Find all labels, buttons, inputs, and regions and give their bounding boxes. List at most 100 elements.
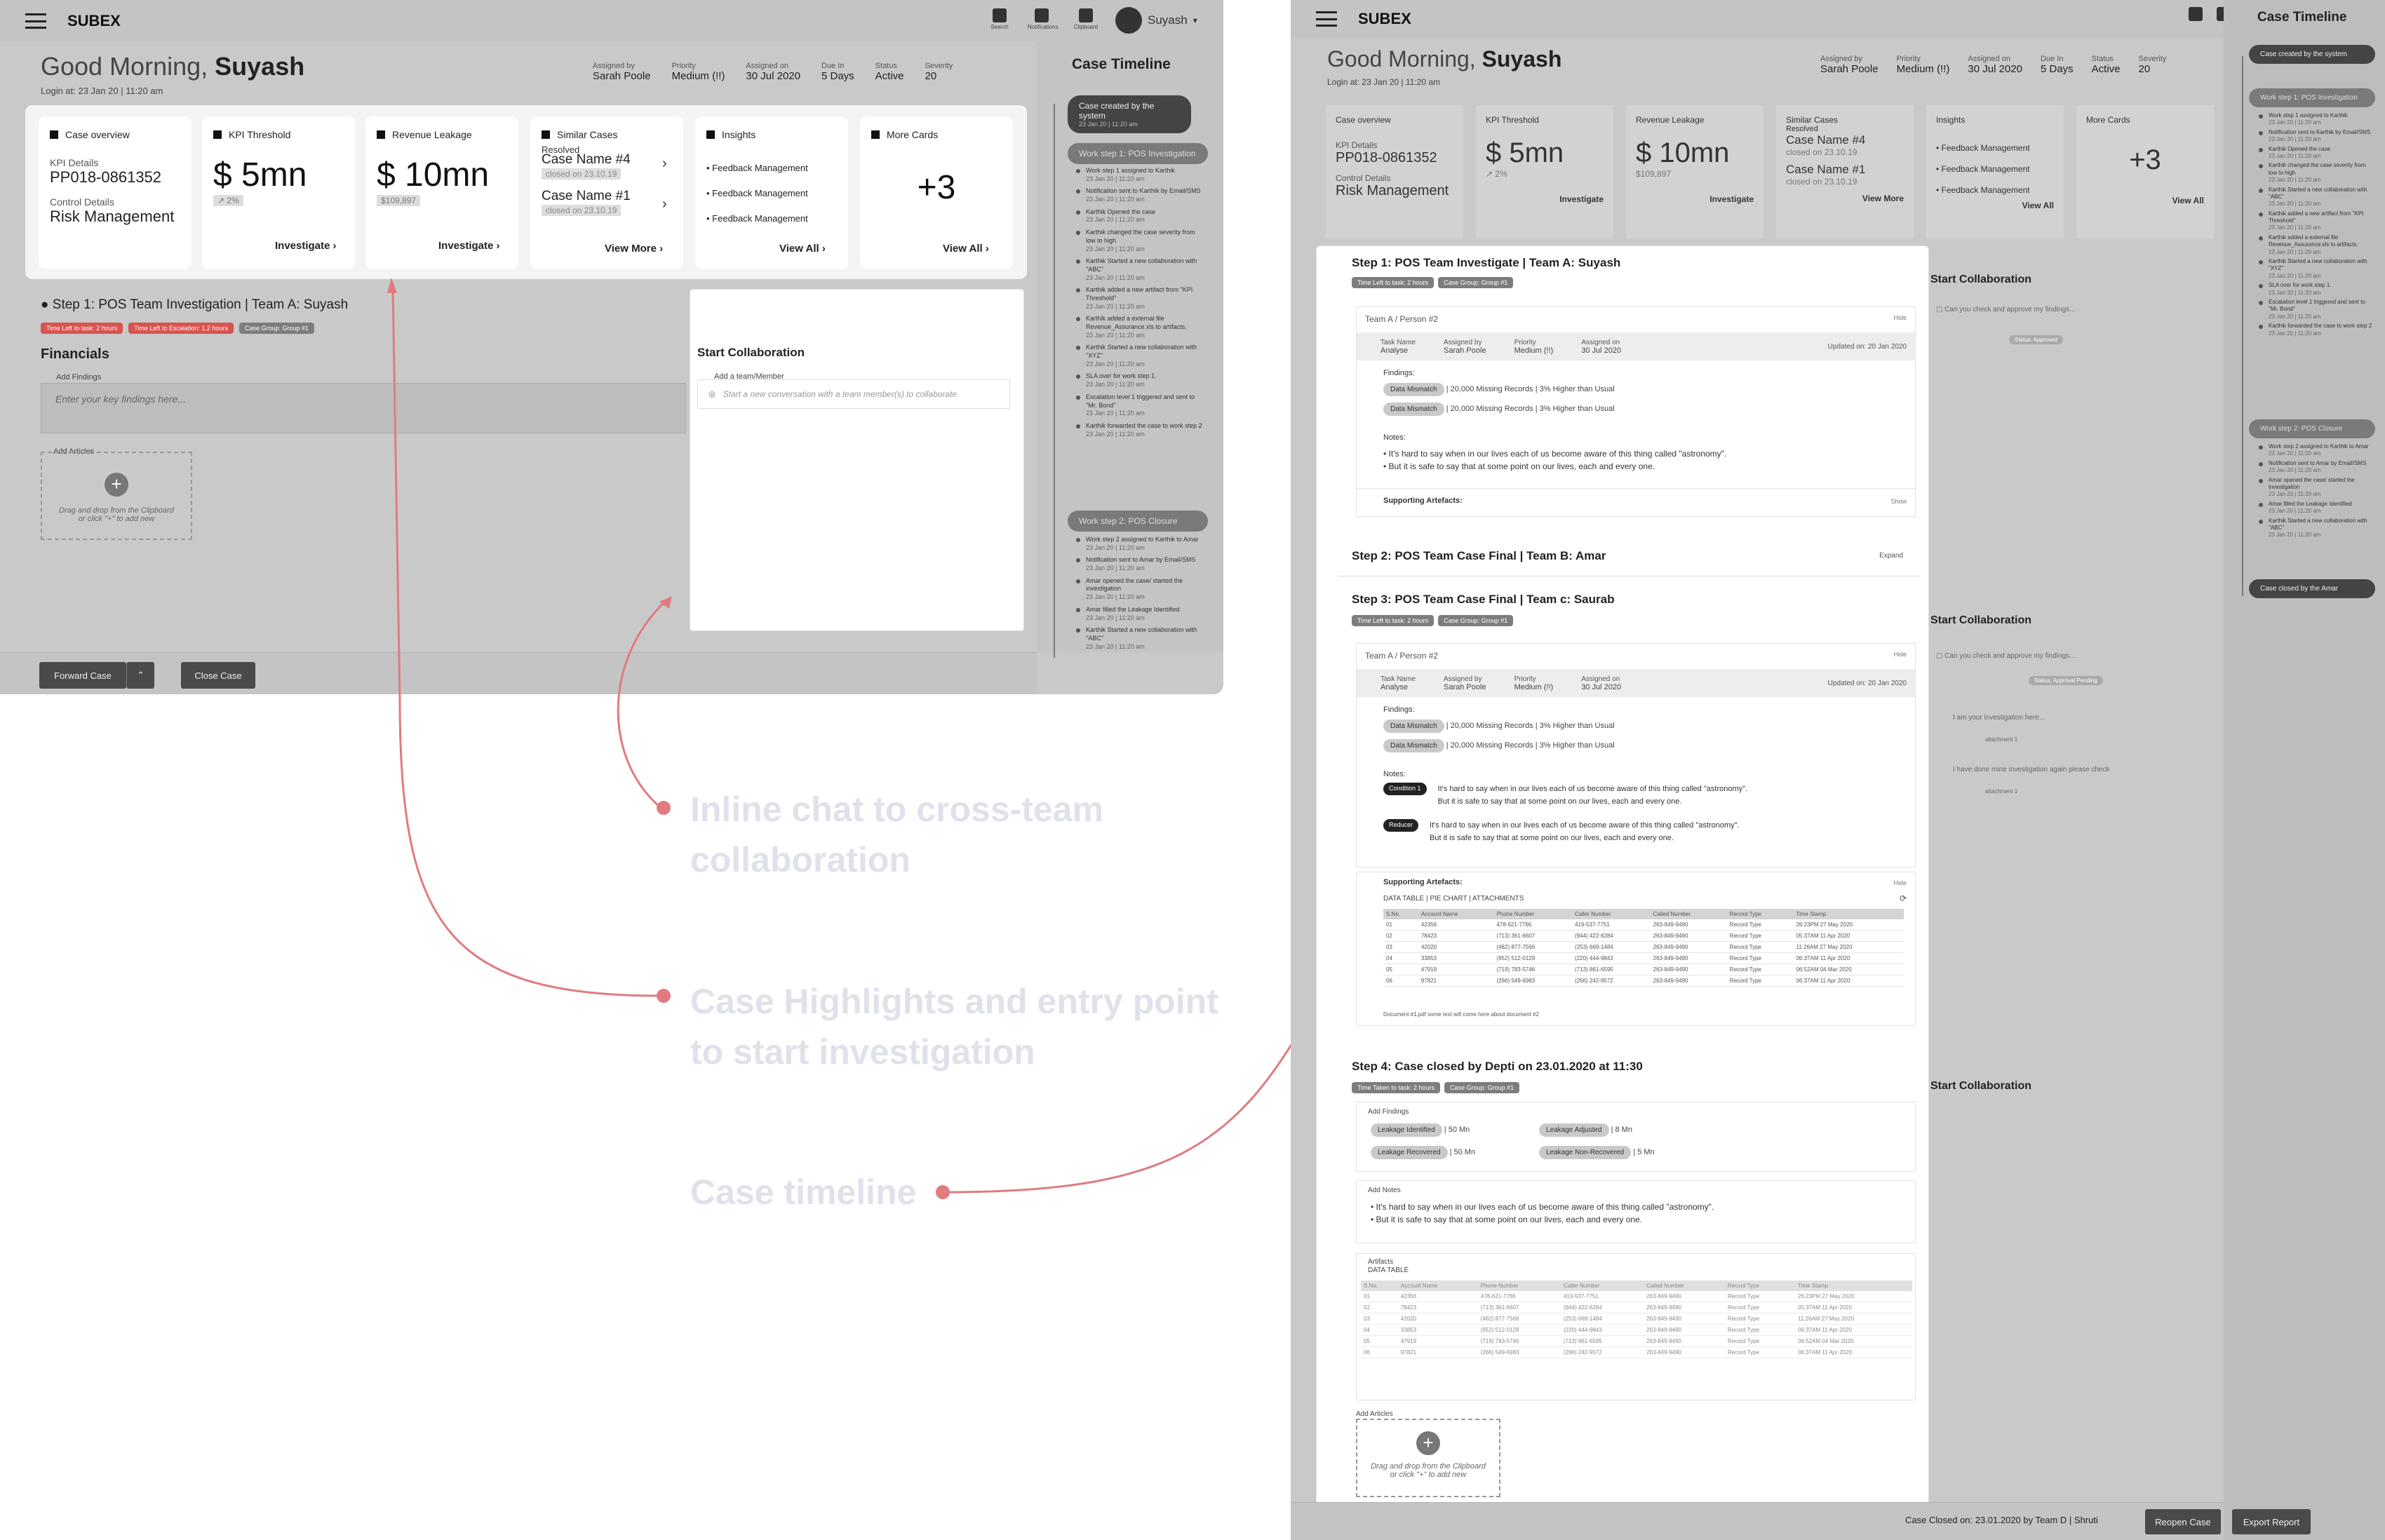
annotation-dot [657,801,671,815]
table-row[interactable]: 03 42020 (482) 877-7566 (253) 669-1484 263-8… [1361,1313,1912,1325]
annotation-dot [657,989,671,1003]
add-article-icon[interactable]: + [1416,1431,1440,1455]
timeline-event: Amar opened the case/ started the invest… [2259,477,2374,499]
chat-message: ▢ Can you check and approve my findings.… [1936,306,2076,313]
arrow-head [387,278,397,293]
annotation-case-highlights: Case Highlights and entry point to start… [690,982,1218,1072]
table-row[interactable]: 06 97821 (266) 549-6983 (266) 242-9572 263-8… [1361,1346,1912,1358]
chat-connector [617,599,668,808]
table-row[interactable]: 02 78423 (713) 361-6607 (944) 422-6284 263-8… [1383,930,1904,942]
timeline-event: Escalation level 1 triggered and sent to… [2259,299,2374,320]
timeline-event: Notification sent to Karthik by Email/SM… [2259,129,2374,144]
chat-message: I am your investigation here... [1953,714,2045,722]
kpi-threshold-card[interactable]: KPI Threshold $ 5mn ↗ 2% Investigate [1476,105,1613,238]
table-row[interactable]: 05 47919 (719) 783-5746 (713) 861-6595 263-8… [1383,964,1904,975]
timeline-event: Amar filled the Leakage Identified 23 Jan… [2259,501,2374,515]
expand-toggle[interactable]: Expand [1879,552,1903,560]
column-header[interactable]: S.No. [1361,1281,1398,1291]
right-case-timeline: Case Timeline Case created by the system… [2224,0,2385,1540]
column-header[interactable]: Called Number [1650,909,1727,919]
export-report-button[interactable]: Export Report [2232,1509,2311,1534]
brand-logo: SUBEX [1358,10,1411,27]
column-header[interactable]: Account Name [1418,909,1494,919]
attachment-link[interactable]: attachment 1 [1985,736,2017,743]
articles-dropzone[interactable]: + Drag and drop from the Clipboard or cl… [1356,1419,1500,1497]
column-header[interactable]: S.No. [1383,909,1418,919]
show-toggle[interactable]: Show [1890,498,1907,505]
table-row[interactable]: 03 42020 (482) 877-7566 (253) 669-1484 263-8… [1383,941,1904,953]
timeline-event: Karthik forwarded the case to work step … [2259,323,2374,337]
reopen-case-button[interactable]: Reopen Case [2145,1509,2221,1534]
column-header[interactable]: Phone Number [1493,909,1573,919]
timeline-created[interactable]: Case created by the system [2249,45,2375,64]
similar-cases-card[interactable]: Similar Cases Resolved Case Name #4 clos… [1776,105,1914,238]
status-badge: Status: Approved [2009,335,2063,344]
supporting-artefacts: Supporting Artefacts: Hide DATA TABLE | … [1356,872,1916,1026]
artefact-tabs[interactable]: DATA TABLE | PIE CHART | ATTACHMENTS [1383,895,1524,903]
search-icon[interactable] [2182,7,2210,22]
table-row[interactable]: 02 78423 (713) 361-6607 (944) 422-6284 263-8… [1361,1302,1912,1313]
artifact-table: S.No. Account Name Phone Number Caller Numb… [1361,1281,1912,1358]
finding-row: Data Mismatch | 20,000 Missing Records |… [1383,720,1615,733]
column-header[interactable]: Record Type [1724,1281,1796,1291]
table-row[interactable]: 05 47919 (719) 783-5746 (713) 861-6595 263-8… [1361,1335,1912,1347]
menu-icon[interactable] [1316,11,1337,27]
greeting: Good Morning, Suyash [1327,46,1562,72]
step2-title[interactable]: Step 2: POS Team Case Final | Team B: Am… [1352,549,1606,563]
timeline-event: Karthik Started a new collaboration with… [2259,518,2374,539]
step1-task-card: Team A / Person #2 Hide Task Name Analyse… [1356,306,1916,517]
timeline-event: SLA over for work step 1. 23 Jan 20 | 11:… [2259,282,2374,297]
column-header[interactable]: Time Stamp [1793,909,1904,919]
timeline-event: Karthik added a external file Revenue_As… [2259,234,2374,256]
attachment-link[interactable]: attachment 1 [1985,788,2017,795]
hide-toggle[interactable]: Hide [1893,651,1907,658]
timeline-event: Work step 2 assigned to Karthik to Amar 2… [2259,443,2374,458]
column-header[interactable]: Account Name [1397,1281,1478,1291]
revenue-leakage-card[interactable]: Revenue Leakage $ 10mn $109,897 Investig… [1626,105,1763,238]
table-row[interactable]: 06 97821 (266) 549-6983 (266) 242-9572 263-8… [1383,975,1904,987]
timeline-step1[interactable]: Work step 1: POS Investigation [2249,88,2375,107]
table-row[interactable]: 04 33853 (952) 512-0129 (220) 444-9843 263-8… [1361,1324,1912,1336]
step4-title[interactable]: Step 4: Case closed by Depti on 23.01.20… [1352,1060,1643,1074]
arrow-head [659,596,672,609]
more-cards-card[interactable]: More Cards +3 View All [2076,105,2214,238]
step4-artifacts: Artifacts DATA TABLE S.No. Account Name Ph… [1356,1253,1916,1400]
right-card-row: Case overview KPI Details PP018-0861352 … [1326,105,2238,238]
table-row[interactable]: 01 42356 478-621-7766 419-537-7751 263-849-9… [1361,1291,1912,1302]
finding-row: Data Mismatch | 20,000 Missing Records |… [1383,403,1615,416]
right-top-bar: SUBEX [1291,0,2231,38]
chat-message: I have done mine investigation again ple… [1953,766,2110,774]
step4-findings: Add Findings Leakage Identified | 50 Mn … [1356,1102,1916,1172]
column-header[interactable]: Caller Number [1572,909,1651,919]
column-header[interactable]: Time Stamp [1795,1281,1912,1291]
insights-card[interactable]: Insights • Feedback Management • Feedback… [1926,105,2064,238]
column-header[interactable]: Record Type [1726,909,1794,919]
annotation-case-timeline: Case timeline [690,1173,917,1212]
timeline-event: Notification sent to Amar by Email/SMS 23… [2259,460,2374,475]
notes-text: • It's hard to say when in our lives eac… [1383,449,1727,471]
timeline-step2[interactable]: Work step 2: POS Closure [2249,419,2375,438]
chat-message: ▢ Can you check and approve my findings.… [1936,652,2076,660]
step3-title[interactable]: Step 3: POS Team Case Final | Team c: Sa… [1352,593,1614,607]
table-row[interactable]: 04 33853 (952) 512-0129 (220) 444-9843 263-8… [1383,952,1904,964]
table-row[interactable]: 01 42356 478-621-7766 419-537-7751 263-849-9… [1383,919,1904,931]
note-row: Condition 1 It's hard to say when in our… [1383,783,1747,808]
status-badge: Status: Approval Pending [2029,676,2103,685]
annotation-inline-chat: Inline chat to cross-team collaboration [690,790,1104,879]
hide-toggle[interactable]: Hide [1893,314,1907,321]
note-row: Reducer It's hard to say when in our liv… [1383,819,1740,844]
document-note[interactable]: Document #1.pdf some text will come here… [1383,1011,1539,1018]
step1-title[interactable]: Step 1: POS Team Investigate | Team A: S… [1352,256,1620,270]
timeline-event: Karthik Started a new collaboration with… [2259,187,2374,208]
column-header[interactable]: Phone Number [1477,1281,1561,1291]
finding-row: Data Mismatch | 20,000 Missing Records |… [1383,383,1615,396]
timeline-event: Karthik Started a new collaboration with… [2259,258,2374,280]
refresh-icon[interactable]: ⟳ [1900,893,1907,903]
steps-detail-panel: Step 1: POS Team Investigate | Team A: S… [1316,245,1929,1508]
case-overview-card[interactable]: Case overview KPI Details PP018-0861352 … [1326,105,1463,238]
column-header[interactable]: Called Number [1644,1281,1725,1291]
column-header[interactable]: Caller Number [1560,1281,1644,1291]
right-screen: SUBEX Good Morning, Suyash Login at: 23 … [1291,0,2385,1540]
highlight-connector [391,287,660,997]
timeline-closed[interactable]: Case closed by the Amar [2249,579,2375,598]
